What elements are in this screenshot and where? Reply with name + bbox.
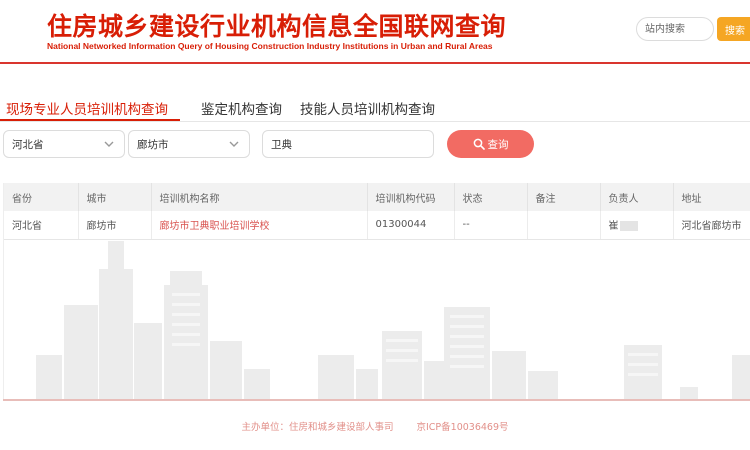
redacted-mask [619,221,638,232]
cell-province: 河北省 [4,211,79,240]
table-header-row: 省份 城市 培训机构名称 培训机构代码 状态 备注 负责人 地址 [4,183,750,211]
column-header: 培训机构名称 [151,183,368,211]
site-search-button[interactable]: 搜索 [717,17,750,41]
city-select[interactable]: 廊坊市 [128,130,250,158]
column-header: 地址 [673,183,750,211]
site-search-input[interactable] [636,17,714,41]
query-tabs: 现场专业人员培训机构查询 鉴定机构查询 技能人员培训机构查询 [0,92,750,122]
cell-city: 廊坊市 [78,211,152,240]
cell-institution-code: 01300044 [367,211,455,240]
footer-sponsor: 主办单位：住房和城乡建设部人事司 [241,422,394,433]
province-select-value: 河北省 [12,138,44,151]
column-header: 状态 [454,183,528,211]
chevron-down-icon [229,141,239,147]
column-header: 省份 [4,183,79,211]
cell-address: 河北省廊坊市 [673,211,750,240]
cell-institution-name-link[interactable]: 廊坊市卫典职业培训学校 [151,211,368,240]
content-bottom-divider [3,399,750,401]
column-header: 培训机构代码 [367,183,455,211]
tab-appraisal-institutions[interactable]: 鉴定机构查询 [201,98,282,118]
province-select[interactable]: 河北省 [3,130,125,158]
site-header: 住房城乡建设行业机构信息全国联网查询 National Networked In… [0,0,750,64]
cell-manager: 崔 [600,211,674,240]
tab-skills-training-institutions[interactable]: 技能人员培训机构查询 [300,98,435,118]
cell-note [527,211,601,240]
query-button[interactable]: 查询 [447,130,534,158]
footer-icp[interactable]: 京ICP备10036469号 [417,422,509,433]
column-header: 备注 [527,183,601,211]
active-tab-indicator [0,119,180,121]
city-skyline-illustration [36,241,750,399]
city-select-value: 廊坊市 [137,138,169,151]
results-table-container: 省份 城市 培训机构名称 培训机构代码 状态 备注 负责人 地址 河北省 廊坊市… [3,183,750,399]
table-row: 河北省 廊坊市 廊坊市卫典职业培训学校 01300044 -- 崔 河北省廊坊市 [4,211,750,240]
cell-status: -- [454,211,528,240]
chevron-down-icon [104,141,114,147]
manager-name: 崔 [608,221,619,233]
institution-name-input[interactable]: 卫典 [262,130,434,158]
site-subtitle: National Networked Information Query of … [47,41,493,51]
institution-name-input-value: 卫典 [271,138,292,151]
site-title: 住房城乡建设行业机构信息全国联网查询 [47,12,507,41]
query-button-label: 查询 [487,138,509,151]
tab-onsite-training-institutions[interactable]: 现场专业人员培训机构查询 [6,98,168,118]
results-table: 省份 城市 培训机构名称 培训机构代码 状态 备注 负责人 地址 河北省 廊坊市… [4,183,750,240]
column-header: 城市 [78,183,152,211]
column-header: 负责人 [600,183,674,211]
search-icon [473,138,485,150]
site-footer: 主办单位：住房和城乡建设部人事司 京ICP备10036469号 [0,419,750,433]
